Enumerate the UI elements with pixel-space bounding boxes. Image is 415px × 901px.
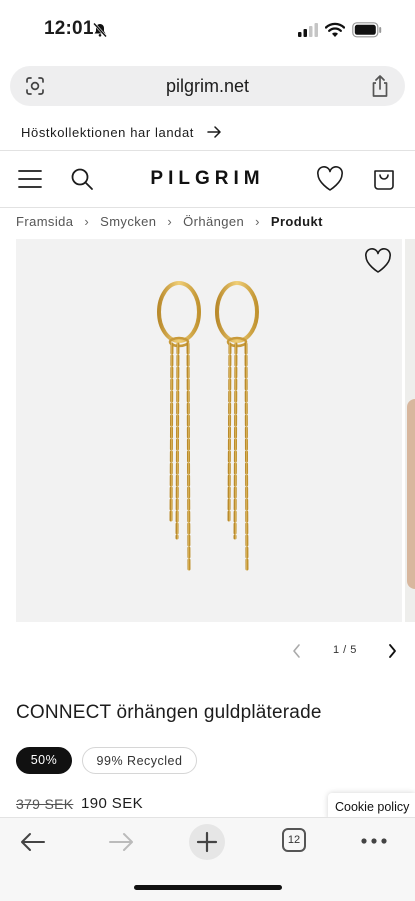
- chevron-right-icon: ›: [84, 214, 90, 229]
- tab-switcher-button[interactable]: 12: [282, 828, 306, 852]
- chevron-right-icon[interactable]: [386, 643, 398, 659]
- site-logo[interactable]: PILGRIM: [0, 168, 415, 190]
- plus-icon: [196, 831, 218, 853]
- heart-icon[interactable]: [316, 166, 344, 192]
- breadcrumb-item-earrings[interactable]: Örhängen: [183, 214, 244, 229]
- chevron-right-icon: ›: [255, 214, 260, 229]
- url-text[interactable]: pilgrim.net: [10, 76, 405, 97]
- old-price: 379 SEK: [16, 796, 74, 812]
- status-time: 12:01: [44, 18, 94, 39]
- promo-text[interactable]: Höstkollektionen har landat: [21, 125, 194, 140]
- status-bar: 12:01: [0, 0, 415, 60]
- product-title: CONNECT örhängen guldpläterade: [16, 702, 322, 723]
- bag-icon[interactable]: [372, 165, 396, 191]
- sale-badge: 50%: [16, 747, 72, 774]
- breadcrumb-item-current: Produkt: [270, 214, 323, 229]
- bell-muted-icon: [93, 22, 107, 38]
- next-product-image-peek[interactable]: [405, 239, 415, 622]
- sale-price: 190 SEK: [81, 795, 144, 812]
- more-icon[interactable]: [360, 837, 388, 845]
- back-arrow-icon[interactable]: [20, 832, 46, 852]
- new-tab-button[interactable]: [189, 824, 225, 860]
- site-header: PILGRIM: [0, 151, 415, 208]
- chevron-right-icon: ›: [167, 214, 173, 229]
- arrow-right-icon: [207, 126, 221, 138]
- promo-banner[interactable]: Höstkollektionen har landat: [0, 116, 415, 151]
- battery-icon: [352, 22, 382, 38]
- wifi-icon: [325, 22, 345, 37]
- recycled-badge: 99% Recycled: [82, 747, 197, 774]
- chevron-left-icon[interactable]: [291, 643, 303, 659]
- gallery-pager: 1 / 5: [0, 641, 415, 661]
- earrings-image: [157, 281, 259, 572]
- breadcrumb: Framsida › Smycken › Örhängen › Produkt: [16, 214, 323, 229]
- share-icon[interactable]: [369, 74, 391, 98]
- page-indicator: 1 / 5: [333, 644, 357, 656]
- heart-icon[interactable]: [364, 248, 392, 274]
- breadcrumb-item-home[interactable]: Framsida: [16, 214, 73, 229]
- breadcrumb-item-jewelry[interactable]: Smycken: [100, 214, 156, 229]
- signal-icon: [298, 23, 318, 37]
- url-bar[interactable]: pilgrim.net: [10, 66, 405, 106]
- forward-arrow-icon[interactable]: [108, 832, 134, 852]
- home-indicator: [134, 885, 282, 890]
